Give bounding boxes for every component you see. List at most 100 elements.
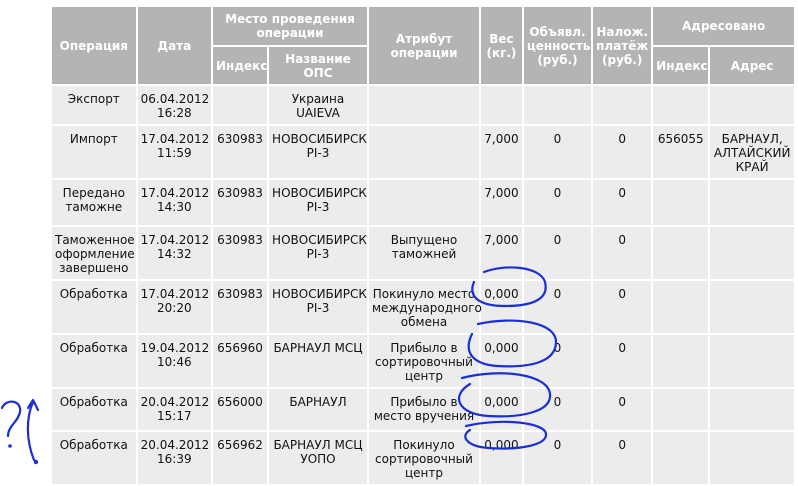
table-row: Обработка 17.04.2012 20:20 630983 НОВОСИБИР… <box>52 281 794 333</box>
cell-weight <box>481 86 522 124</box>
cell-weight: 7,000 <box>481 180 522 225</box>
cell-ops-name: БАРНАУЛ МСЦ УОПО <box>269 432 367 484</box>
cell-weight: 0,000 <box>481 281 522 333</box>
annotation-question-mark <box>0 400 22 438</box>
cell-address <box>710 227 794 279</box>
cell-addr-index <box>653 227 709 279</box>
table-header: Операция Дата Место проведения операции … <box>52 7 794 84</box>
cell-date: 20.04.2012 15:17 <box>137 389 212 430</box>
table-row: Обработка 20.04.2012 16:39 656962 БАРНАУЛ М… <box>52 432 794 484</box>
cell-attribute: Покинуло место международного обмена <box>368 281 482 333</box>
cell-attribute <box>368 126 480 178</box>
header-addr-address: Адрес <box>710 47 794 84</box>
cell-attribute: Прибыло в сортировочный центр <box>368 335 480 387</box>
cell-declared-value <box>523 86 592 124</box>
cell-index: 630983 <box>213 281 268 333</box>
cell-address <box>710 180 794 225</box>
cell-address <box>710 281 794 333</box>
header-addressed: Адресовано <box>653 7 794 45</box>
cell-declared-value: 0 <box>523 432 592 484</box>
cell-declared-value: 0 <box>523 389 592 430</box>
cell-weight: 7,000 <box>481 126 522 178</box>
cell-addr-index <box>653 335 709 387</box>
cell-cod: 0 <box>593 180 652 225</box>
header-weight: Вес (кг.) <box>481 7 522 84</box>
cell-operation: Обработка <box>52 281 136 333</box>
table-row: Импорт 17.04.2012 11:59 630983 НОВОСИБИРСК … <box>52 126 794 178</box>
annotation-arrow <box>26 400 36 462</box>
cell-attribute: Покинуло сортировочный центр <box>368 432 480 484</box>
cell-cod: 0 <box>593 389 652 430</box>
cell-declared-value: 0 <box>523 126 592 178</box>
cell-attribute: Выпущено таможней <box>368 227 480 279</box>
cell-index: 630983 <box>213 180 268 225</box>
cell-date: 17.04.2012 14:30 <box>137 180 212 225</box>
table-row: Таможенное оформление завершено 17.04.201… <box>52 227 794 279</box>
cell-cod: 0 <box>593 227 652 279</box>
table-row: Обработка 20.04.2012 15:17 656000 БАРНАУЛ Пр… <box>52 389 794 430</box>
cell-addr-index <box>653 281 709 333</box>
cell-cod: 0 <box>593 281 652 333</box>
table-row: Передано таможне 17.04.2012 14:30 630983 НО… <box>52 180 794 225</box>
cell-declared-value: 0 <box>523 335 592 387</box>
cell-operation: Обработка <box>52 432 136 484</box>
header-addr-index: Индекс <box>653 47 709 84</box>
cell-ops-name: Украина UAIEVA <box>269 86 367 124</box>
cell-address: БАРНАУЛ, АЛТАЙСКИЙ КРАЙ <box>710 126 794 178</box>
cell-addr-index <box>653 389 709 430</box>
cell-address <box>710 432 794 484</box>
cell-cod: 0 <box>593 335 652 387</box>
cell-date: 17.04.2012 14:32 <box>137 227 212 279</box>
cell-addr-index <box>653 86 709 124</box>
cell-operation: Обработка <box>52 335 136 387</box>
cell-address <box>710 335 794 387</box>
cell-ops-name: НОВОСИБИРСК PI-3 <box>269 126 367 178</box>
cell-date: 17.04.2012 20:20 <box>137 281 212 333</box>
header-attribute: Атрибут операции <box>368 7 480 84</box>
cell-index <box>213 86 268 124</box>
cell-declared-value: 0 <box>523 227 592 279</box>
cell-cod: 0 <box>593 432 652 484</box>
header-operation: Операция <box>52 7 136 84</box>
header-declared-value: Объявл. ценность (руб.) <box>523 7 592 84</box>
table-row: Обработка 19.04.2012 10:46 656960 БАРНАУЛ М… <box>52 335 794 387</box>
annotation-arrow-head <box>26 398 40 412</box>
cell-operation: Таможенное оформление завершено <box>52 227 136 279</box>
annotation-dot-2 <box>33 459 39 465</box>
cell-index: 656962 <box>213 432 268 484</box>
header-place-index: Индекс <box>213 47 267 84</box>
cell-ops-name: БАРНАУЛ МСЦ <box>269 335 367 387</box>
cell-ops-name: НОВОСИБИРСК PI-3 <box>269 281 367 333</box>
header-place-name: Название ОПС <box>269 47 367 84</box>
cell-operation: Обработка <box>52 389 136 430</box>
cell-index: 630983 <box>213 126 268 178</box>
header-cod: Налож. платёж (руб.) <box>593 7 652 84</box>
cell-date: 17.04.2012 11:59 <box>137 126 212 178</box>
cell-operation: Импорт <box>52 126 136 178</box>
table-row: Экспорт 06.04.2012 16:28 Украина UAIEVA <box>52 86 794 124</box>
annotation-dot-1 <box>8 444 12 448</box>
cell-index: 656960 <box>213 335 268 387</box>
cell-address <box>710 86 794 124</box>
cell-date: 06.04.2012 16:28 <box>137 86 212 124</box>
cell-addr-index: 656055 <box>653 126 709 178</box>
cell-index: 656000 <box>213 389 268 430</box>
cell-declared-value: 0 <box>523 281 592 333</box>
tracking-table: Операция Дата Место проведения операции … <box>50 5 796 486</box>
cell-attribute <box>368 86 480 124</box>
cell-operation: Передано таможне <box>52 180 136 225</box>
cell-operation: Экспорт <box>52 86 136 124</box>
header-place: Место проведения операции <box>213 7 367 45</box>
cell-address <box>710 389 794 430</box>
cell-weight: 0,000 <box>481 335 522 387</box>
cell-cod <box>593 86 652 124</box>
cell-declared-value: 0 <box>523 180 592 225</box>
cell-index: 630983 <box>213 227 268 279</box>
cell-weight: 0,000 <box>481 432 522 484</box>
cell-cod: 0 <box>593 126 652 178</box>
cell-date: 19.04.2012 10:46 <box>137 335 212 387</box>
cell-addr-index <box>653 180 709 225</box>
cell-weight: 7,000 <box>481 227 522 279</box>
table-body: Экспорт 06.04.2012 16:28 Украина UAIEVA Имп… <box>52 86 794 484</box>
cell-addr-index <box>653 432 709 484</box>
